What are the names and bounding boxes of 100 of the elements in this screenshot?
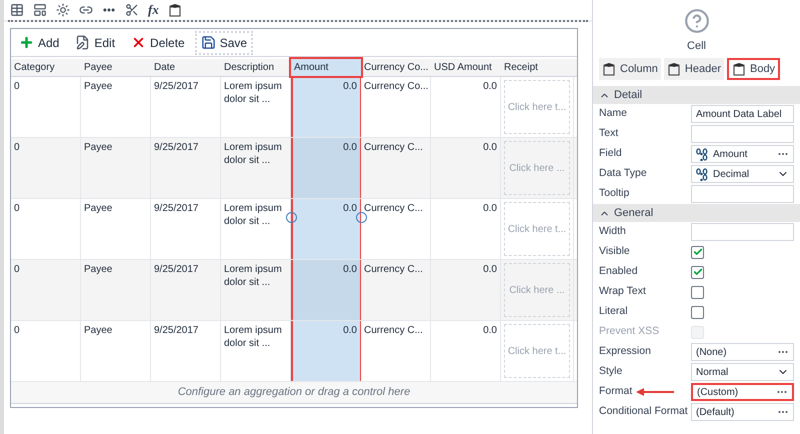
property-label: Name [599,106,628,122]
hat-icon [602,62,616,76]
edit-icon [75,35,90,50]
table-cell-text: 9/25/2017 [154,263,200,276]
section-header[interactable]: Detail [593,86,800,104]
table-cell-text: 0.0 [482,324,497,337]
value-picker[interactable]: (Custom) [691,383,794,401]
question-icon [684,8,710,34]
panel-title: Cell [687,39,706,54]
table-cell-text: 0.0 [342,202,357,215]
table-cell-text: Lorem ipsum dolor sit ... [224,263,283,289]
tab[interactable]: Column [599,58,661,80]
column-header[interactable]: Date [151,59,221,76]
formula-button[interactable]: fx [148,0,159,20]
delete-button[interactable]: Delete [125,30,191,54]
value-picker[interactable]: (Default) [691,403,794,421]
save-button[interactable]: Save [194,30,254,54]
column-header[interactable]: Receipt [501,59,574,76]
table-cell-text: Payee [84,80,114,93]
property-label: Format [599,384,632,400]
column-header[interactable]: Currency Co... [361,59,431,76]
property-label: Enabled [599,264,638,280]
property-label: Text [599,126,618,142]
table-cell-text: 0 [14,263,21,276]
hat-icon [168,3,182,17]
decimal-icon [696,148,709,160]
text-field[interactable] [691,125,794,143]
property-label: Field [599,146,622,162]
property-label: Style [599,364,622,380]
edit-button[interactable]: Edit [69,30,122,54]
table-cell-text: 0 [14,80,21,93]
tab[interactable]: Body [726,58,780,80]
value-picker[interactable]: (None) [691,343,794,361]
property-label: Tooltip [599,186,630,202]
scissors-icon[interactable] [125,3,139,17]
column-header[interactable]: Amount [291,59,361,76]
table-cell-text: 0 [14,141,21,154]
plus-icon [19,35,34,50]
text-field[interactable]: Amount Data Label [691,105,794,123]
section-header[interactable]: General [593,204,800,222]
dropdown[interactable]: Normal [691,363,794,381]
resize-handles[interactable] [286,212,367,223]
column-header[interactable]: Description [221,59,291,76]
table-cell-text: Lorem ipsum dolor sit ... [224,324,283,350]
checkbox[interactable] [691,266,704,278]
dropdown[interactable]: Decimal [691,165,794,183]
property-label: Literal [599,304,628,320]
table-cell-text: Currency C... [364,263,424,276]
table-cell-text: Payee [84,263,114,276]
table-cell-text: 9/25/2017 [154,80,200,93]
table-cell-text: 0.0 [342,141,357,154]
table-cell-text: 9/25/2017 [154,141,200,154]
table-cell-text: 0.0 [482,80,497,93]
table-cell-text: 9/25/2017 [154,324,200,337]
aggregation-drop-zone[interactable]: Configure an aggregation or drag a control here [11,382,577,404]
property-label: Data Type [599,166,647,182]
table-cell-text: Lorem ipsum dolor sit ... [224,202,283,228]
property-label: Visible [599,244,630,260]
table-icon[interactable] [10,3,24,17]
table-cell-text: 0.0 [482,141,497,154]
add-button[interactable]: Add [13,30,66,54]
column-header[interactable]: Category [11,59,81,76]
table-cell-text: Payee [84,324,114,337]
property-label: Wrap Text [599,284,646,300]
table-cell-text: Lorem ipsum dolor sit ... [224,80,283,106]
table-cell: Currency Co... [364,80,427,93]
checkbox[interactable] [691,306,704,318]
field-picker[interactable]: Amount [691,145,794,163]
table-cell-text: Currency C... [364,141,424,154]
property-label: Prevent XSS [599,324,660,340]
gear-icon[interactable] [56,3,70,17]
column-header[interactable]: Payee [81,59,151,76]
save-icon [200,35,216,50]
checkbox[interactable] [691,246,704,258]
table-cell-text: 0.0 [342,263,357,276]
decimal-icon [696,168,709,180]
table-cell-text: 9/25/2017 [154,202,200,215]
column-header[interactable]: USD Amount [431,59,501,76]
text-field[interactable] [691,185,794,203]
table-cell-text: 0.0 [482,263,497,276]
layout-icon[interactable] [33,3,47,17]
property-label: Width [599,224,626,240]
table-cell-text: Lorem ipsum dolor sit ... [224,141,283,167]
table-cell-text: Currency C... [364,202,424,215]
table-cell-text: 0.0 [482,202,497,215]
table-cell-text: Currency C... [364,324,424,337]
property-label: Conditional Format [599,404,688,420]
checkbox[interactable] [691,286,704,298]
table-cell-text: 0.0 [342,324,357,337]
property-label: Expression [599,344,651,360]
table-cell-text: 0 [14,202,21,215]
table-cell-text: Payee [84,202,114,215]
table-cell-text: Payee [84,141,114,154]
table-cell-text: 0.0 [342,80,357,93]
hat-icon [732,62,746,76]
text-field[interactable] [691,223,794,241]
tab[interactable]: Header [664,58,724,80]
table-cell-text: 0 [14,324,21,337]
arrow-annotation [636,388,674,396]
hat-icon [666,62,681,76]
